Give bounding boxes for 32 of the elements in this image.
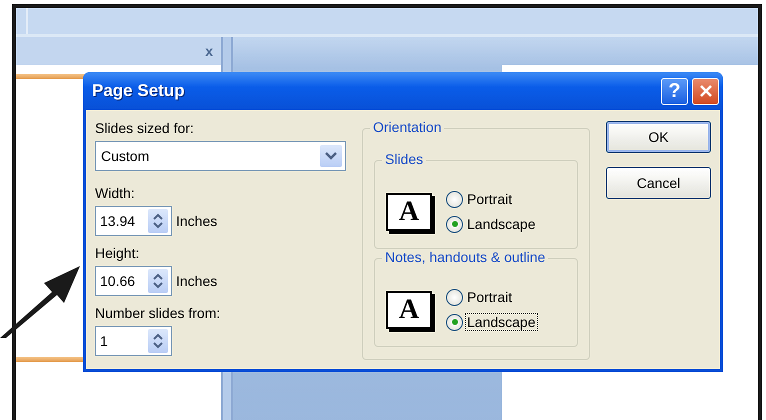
slide-size-dropdown[interactable]: Custom	[95, 141, 346, 171]
radio-button[interactable]	[446, 314, 463, 330]
radio-button[interactable]	[446, 288, 463, 306]
group-title: Notes, handouts & outline	[382, 249, 548, 265]
dialog-button[interactable]: OK	[606, 121, 711, 153]
spin-arrows-icon	[153, 213, 163, 229]
radio-button[interactable]	[446, 216, 463, 232]
dropdown-button[interactable]	[320, 145, 342, 167]
unit-label: Inches	[176, 273, 218, 289]
radio-option[interactable]: Portrait	[446, 288, 537, 306]
pane-close[interactable]: x	[205, 43, 213, 59]
field-label: Height:	[95, 245, 140, 261]
group-title: Slides	[382, 151, 426, 167]
radio-button[interactable]	[446, 190, 463, 208]
spin-arrows-icon	[153, 273, 163, 289]
group-title: Orientation	[370, 119, 444, 135]
radio-option[interactable]: Landscape	[446, 314, 537, 330]
spin-button[interactable]	[148, 209, 168, 233]
dialog-button[interactable]: Cancel	[606, 167, 711, 199]
field-label: Slides sized for:	[95, 120, 195, 136]
chevron-down-icon	[325, 152, 337, 160]
spin-button[interactable]	[148, 269, 168, 293]
radio-option[interactable]: Portrait	[446, 190, 537, 208]
dialog-title: Page Setup	[92, 81, 186, 101]
spin-arrows-icon	[153, 333, 163, 349]
close-icon	[698, 84, 712, 98]
field-label: Width:	[95, 185, 136, 201]
radio-option[interactable]: Landscape	[446, 216, 537, 232]
spin-button[interactable]	[148, 329, 168, 353]
unit-label: Inches	[176, 213, 218, 229]
field-label: Number slides from:	[95, 305, 222, 321]
close-button[interactable]	[692, 78, 719, 104]
